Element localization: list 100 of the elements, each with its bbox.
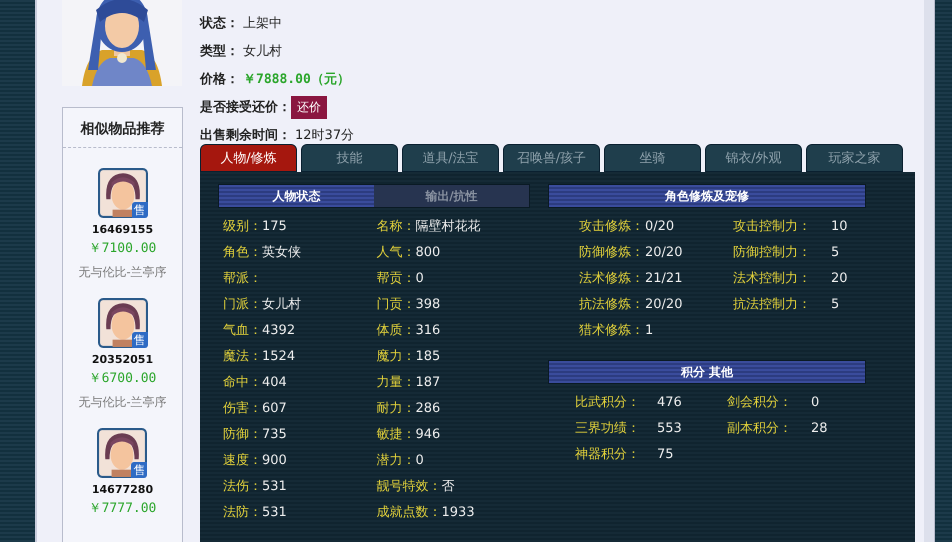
stat-value: 946 (416, 426, 440, 442)
stat-label: 防御： (223, 426, 262, 443)
stat-label: 门贡： (376, 296, 416, 313)
stat-value: 21/21 (645, 270, 684, 286)
sale-badge: 售 (131, 462, 148, 478)
stat-label: 帮贡： (376, 270, 416, 287)
stat-value: 286 (416, 400, 440, 416)
stat-label: 成就点数： (376, 504, 442, 521)
stat-label: 帮派： (223, 270, 262, 287)
section-header: 积分 其他 (548, 360, 866, 384)
stat-label: 魔力： (376, 348, 416, 365)
item-price: ￥6700.00 (88, 370, 156, 387)
stat-value: 5 (831, 244, 840, 260)
stat-label: 靓号特效： (376, 478, 442, 495)
stat-label: 抗法修炼： (579, 296, 645, 313)
stat-value: 75 (657, 446, 675, 462)
stat-label: 三界功绩： (575, 420, 641, 437)
stat-label: 攻击修炼： (579, 218, 645, 235)
tab[interactable]: 玩家之家 (806, 144, 903, 172)
field-value: 上架中 (243, 15, 282, 32)
stat-value: 英女侠 (262, 244, 301, 261)
item-id: 16469155 (92, 223, 154, 236)
stat-value: 531 (262, 478, 287, 494)
sale-badge: 售 (132, 202, 148, 218)
stat-label: 速度： (223, 452, 262, 469)
tab[interactable]: 召唤兽/孩子 (503, 144, 600, 172)
item-price: ￥7777.00 (88, 500, 156, 517)
stat-value: 316 (416, 322, 440, 338)
stat-label: 比武积分： (575, 394, 641, 411)
stat-label: 体质： (376, 322, 416, 339)
stat-label: 副本积分： (727, 420, 793, 437)
stat-value: 1524 (262, 348, 296, 364)
stat-label: 敏捷： (376, 426, 416, 443)
stat-value: 900 (262, 452, 287, 468)
stat-value: 531 (262, 504, 287, 520)
stat-value: 否 (442, 478, 454, 495)
stat-value: 187 (416, 374, 440, 390)
stat-label: 命中： (223, 374, 262, 391)
field-value: 12时37分 (295, 127, 354, 144)
stat-label: 防御控制力： (733, 244, 812, 261)
stat-label: 法术修炼： (579, 270, 645, 287)
server-name: 无与伦比-兰亭序 (78, 394, 167, 411)
stat-label: 力量： (376, 374, 416, 391)
subtab[interactable]: 输出/抗性 (374, 185, 529, 207)
field-value: 女儿村 (243, 43, 282, 60)
item-id: 20352051 (92, 353, 154, 366)
tab[interactable]: 人物/修炼 (200, 144, 297, 172)
field-label: 类型： (200, 43, 239, 60)
tab[interactable]: 锦衣/外观 (705, 144, 802, 172)
stat-value: 女儿村 (262, 296, 301, 313)
stat-value: 0 (416, 270, 424, 286)
stat-value: 0/20 (645, 218, 676, 234)
stat-value: 476 (657, 394, 683, 410)
stat-label: 剑会积分： (727, 394, 793, 411)
item-price: ￥7100.00 (88, 240, 156, 257)
stat-label: 法伤： (223, 478, 262, 495)
stat-label: 名称： (376, 218, 416, 235)
stat-value: 607 (262, 400, 287, 416)
stat-label: 法防： (223, 504, 262, 521)
subtab[interactable]: 人物状态 (219, 185, 374, 207)
stat-label: 耐力： (376, 400, 416, 417)
stat-value: 0 (811, 394, 820, 410)
stat-value: 185 (416, 348, 440, 364)
stat-value: 1933 (442, 504, 475, 520)
stat-value: 10 (831, 218, 849, 234)
stat-value: 28 (811, 420, 829, 436)
stat-value: 800 (416, 244, 440, 260)
stat-label: 抗法控制力： (733, 296, 812, 313)
stat-label: 防御修炼： (579, 244, 645, 261)
counter-offer-button[interactable]: 还价 (291, 96, 327, 118)
stat-value: 20 (831, 270, 849, 286)
stat-value: 20/20 (645, 244, 684, 260)
stat-label: 人气： (376, 244, 416, 261)
stat-value: 175 (262, 218, 287, 234)
field-value: ￥7888.00（元） (243, 71, 350, 88)
stat-label: 气血： (223, 322, 262, 339)
stat-label: 级别： (223, 218, 262, 235)
stat-value: 20/20 (645, 296, 684, 312)
stat-value: 5 (831, 296, 840, 312)
stat-value: 0 (416, 452, 424, 468)
stat-label: 角色： (223, 244, 262, 261)
stat-value: 1 (645, 322, 654, 338)
field-label: 状态： (200, 15, 239, 32)
stat-label: 法术控制力： (733, 270, 812, 287)
stat-label: 伤害： (223, 400, 262, 417)
section-header: 角色修炼及宠修 (548, 184, 866, 208)
stat-label: 魔法： (223, 348, 262, 365)
sale-badge: 售 (132, 332, 148, 348)
stat-value: 4392 (262, 322, 296, 338)
field-label: 是否接受还价： (200, 98, 291, 116)
tab[interactable]: 坐骑 (604, 144, 701, 172)
stat-label: 攻击控制力： (733, 218, 812, 235)
tab[interactable]: 技能 (301, 144, 398, 172)
tab[interactable]: 道具/法宝 (402, 144, 499, 172)
server-name: 无与伦比-兰亭序 (78, 264, 167, 281)
similar-title: 相似物品推荐 (63, 108, 182, 148)
stat-value: 404 (262, 374, 287, 390)
stat-label: 门派： (223, 296, 262, 313)
stat-value: 735 (262, 426, 287, 442)
stat-label: 神器积分： (575, 446, 641, 463)
